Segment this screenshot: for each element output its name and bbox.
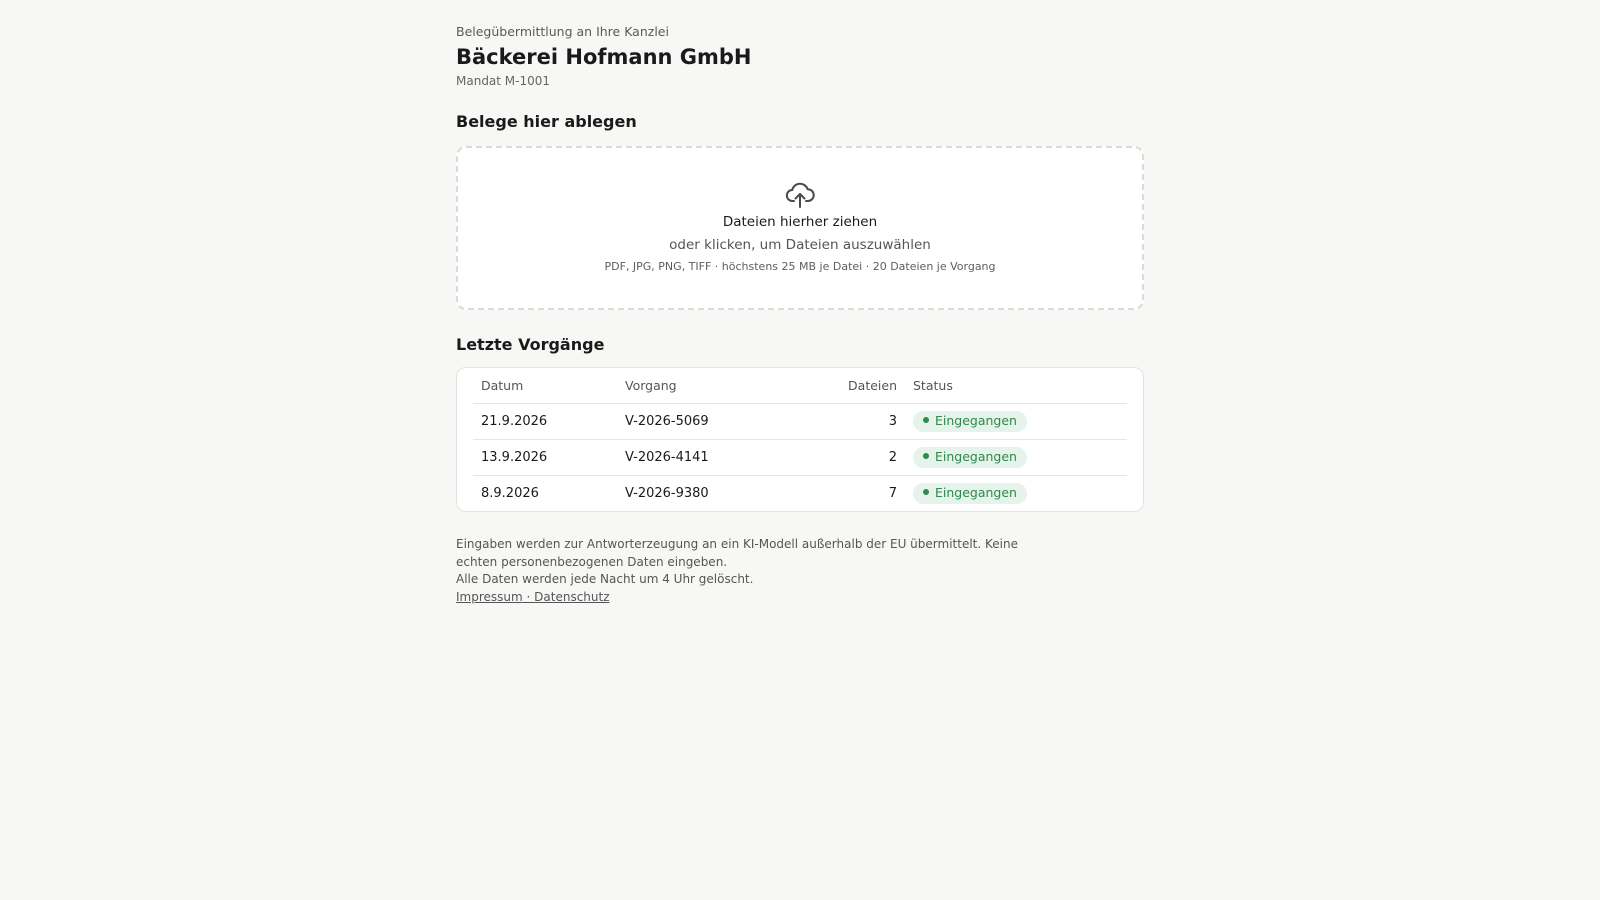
page-title: Bäckerei Hofmann GmbH	[456, 45, 752, 69]
ai-notice: Eingaben werden zur Antworterzeugung an …	[456, 537, 1018, 569]
cell-date: 13.9.2026	[473, 439, 617, 476]
dropzone-secondary-text: oder klicken, um Dateien auszuwählen	[669, 237, 931, 253]
column-header-files: Dateien	[793, 368, 905, 404]
table-row: 21.9.2026 V-2026-5069 3 Eingegangen	[473, 403, 1127, 440]
cell-files: 3	[793, 403, 905, 440]
privacy-link[interactable]: Datenschutz	[534, 590, 609, 604]
status-dot-icon	[923, 489, 929, 495]
mandate-id: Mandat M-1001	[456, 74, 551, 88]
cell-files: 2	[793, 439, 905, 476]
status-dot-icon	[923, 417, 929, 423]
status-badge: Eingegangen	[913, 447, 1027, 468]
impressum-link[interactable]: Impressum	[456, 590, 523, 604]
cloud-upload-icon	[785, 182, 815, 208]
cell-process: V-2026-4141	[617, 439, 793, 476]
recent-section-title: Letzte Vorgänge	[456, 335, 605, 354]
cell-status: Eingegangen	[905, 476, 1127, 512]
status-label: Eingegangen	[935, 449, 1017, 464]
status-dot-icon	[923, 453, 929, 459]
page-container: Belegübermittlung an Ihre Kanzlei Bäcker…	[456, 0, 1144, 606]
page-overline: Belegübermittlung an Ihre Kanzlei	[456, 24, 669, 39]
file-dropzone[interactable]: Dateien hierher ziehen oder klicken, um …	[456, 146, 1144, 310]
status-badge: Eingegangen	[913, 483, 1027, 504]
recent-table: Datum Vorgang Dateien Status 21.9.2026 V…	[473, 368, 1127, 511]
column-header-status: Status	[905, 368, 1127, 404]
column-header-date: Datum	[473, 368, 617, 404]
status-label: Eingegangen	[935, 413, 1017, 428]
recent-table-card: Datum Vorgang Dateien Status 21.9.2026 V…	[456, 367, 1144, 512]
table-row: 8.9.2026 V-2026-9380 7 Eingegangen	[473, 476, 1127, 512]
table-header-row: Datum Vorgang Dateien Status	[473, 368, 1127, 404]
status-label: Eingegangen	[935, 485, 1017, 500]
column-header-process: Vorgang	[617, 368, 793, 404]
status-badge: Eingegangen	[913, 411, 1027, 432]
dropzone-hint: PDF, JPG, PNG, TIFF · höchstens 25 MB je…	[604, 260, 996, 273]
footer-links: Impressum · Datenschutz	[456, 589, 1056, 607]
deletion-notice: Alle Daten werden jede Nacht um 4 Uhr ge…	[456, 572, 754, 586]
cell-process: V-2026-5069	[617, 403, 793, 440]
footer: Eingaben werden zur Antworterzeugung an …	[456, 536, 1056, 606]
upload-section-title: Belege hier ablegen	[456, 112, 637, 131]
table-row: 13.9.2026 V-2026-4141 2 Eingegangen	[473, 439, 1127, 476]
cell-date: 8.9.2026	[481, 486, 539, 501]
cell-files: 7	[888, 486, 897, 501]
cell-date: 21.9.2026	[473, 403, 617, 440]
link-separator: ·	[522, 589, 535, 604]
dropzone-primary-text: Dateien hierher ziehen	[722, 214, 878, 230]
cell-status: Eingegangen	[905, 403, 1127, 440]
cell-status: Eingegangen	[905, 439, 1127, 476]
cell-process: V-2026-9380	[625, 486, 709, 501]
